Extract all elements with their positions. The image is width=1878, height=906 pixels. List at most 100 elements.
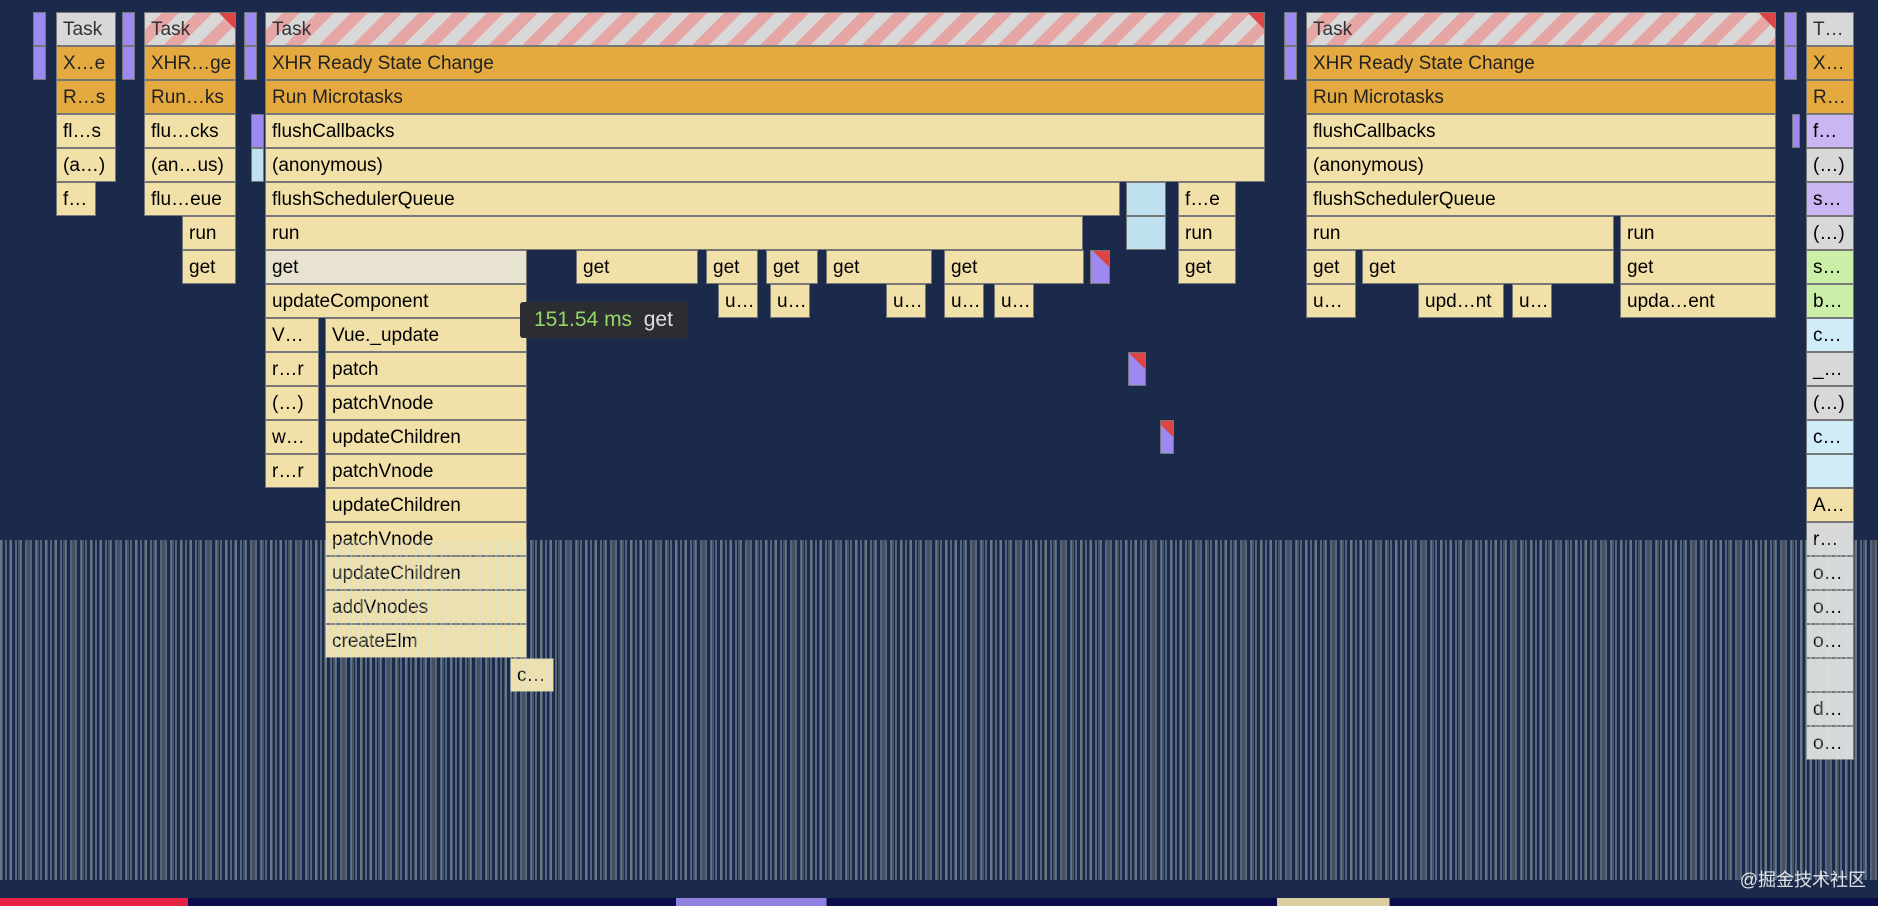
flame-bar-updatecomponent[interactable]: u… — [770, 284, 810, 318]
flame-bar-updatecomponent[interactable]: u… — [886, 284, 926, 318]
flame-bar-recalc-style[interactable] — [1160, 420, 1174, 454]
flame-bar-run-microtasks[interactable]: Run Microtasks — [1306, 80, 1776, 114]
flame-row: f… flu…eue flushSchedulerQueue f…e flushSche… — [0, 182, 1878, 216]
flame-bar-flushschedulerqueue[interactable]: f… — [56, 182, 96, 216]
flame-bar-run[interactable]: run — [265, 216, 1083, 250]
flame-bar-anonymous[interactable]: (…) — [1806, 148, 1854, 182]
flame-bar-updatechildren[interactable]: updateChildren — [325, 488, 527, 522]
flame-bar-xhr-ready-state-change[interactable]: XHR Ready State Change — [1306, 46, 1776, 80]
flame-bar-vue-update[interactable]: Vue._update — [325, 318, 527, 352]
flame-row: V…Vue._update c… — [0, 318, 1878, 352]
flame-bar-get[interactable]: get — [766, 250, 818, 284]
flame-bar-run[interactable]: run — [182, 216, 236, 250]
flame-bar-idle-bar[interactable] — [1126, 182, 1166, 216]
flame-bar-render[interactable]: r…r — [265, 454, 319, 488]
flame-bar-flushschedulerqueue[interactable]: s… — [1806, 182, 1854, 216]
flame-bar-get-selected[interactable]: get — [265, 250, 527, 284]
flame-bar-timer-bar[interactable] — [244, 12, 257, 46]
flame-bar-run[interactable]: run — [1306, 216, 1614, 250]
hover-tooltip: 151.54 ms get — [520, 302, 687, 338]
flame-bar-flushcallbacks[interactable]: f… — [1806, 114, 1854, 148]
flame-bar-promise-bar[interactable] — [1792, 114, 1800, 148]
flame-bar-idle-bar[interactable] — [1126, 216, 1166, 250]
flame-bar-xhr-bar[interactable] — [122, 46, 135, 80]
flame-bar-run[interactable]: run — [1620, 216, 1776, 250]
flame-bar-xhr-ready-state-change[interactable]: X…e — [56, 46, 116, 80]
flame-bar-updatecomponent[interactable]: u… — [944, 284, 984, 318]
flame-bar-flushcallbacks[interactable]: fl…s — [56, 114, 116, 148]
flame-bar-task[interactable]: Task — [56, 12, 116, 46]
flame-bar-run-microtasks[interactable]: Run…ks — [144, 80, 236, 114]
flame-bar-task-long-2[interactable]: Task — [1306, 12, 1776, 46]
flame-bar-recalc-style[interactable] — [1090, 250, 1110, 284]
flame-bar-anonymous[interactable]: (…) — [1806, 386, 1854, 420]
flame-bar-updatecomponent[interactable]: upd…nt — [1418, 284, 1504, 318]
flame-bar-xhr-bar[interactable] — [1784, 46, 1797, 80]
flame-bar-anonymous[interactable]: (a…) — [56, 148, 116, 182]
flame-bar-patchvnode[interactable]: patchVnode — [325, 386, 527, 420]
flame-bar-run[interactable]: run — [1178, 216, 1236, 250]
flame-bar-timer-bar[interactable] — [1784, 12, 1797, 46]
flame-bar-xhr-bar[interactable] — [244, 46, 257, 80]
flame-bar-updatecomponent[interactable]: u… — [718, 284, 758, 318]
flame-bar-stack-label[interactable] — [1806, 454, 1854, 488]
flame-bar-anonymous[interactable]: (anonymous) — [1306, 148, 1776, 182]
flame-bar-micro-bar[interactable] — [251, 148, 264, 182]
flame-bar-xhr-ready-state-change[interactable]: X… — [1806, 46, 1854, 80]
flame-bar-stack-label[interactable]: c… — [1806, 420, 1854, 454]
flame-bar-xhr-ready-state-change[interactable]: XHR…ge — [144, 46, 236, 80]
flame-bar-updatecomponent[interactable]: upda…ent — [1620, 284, 1776, 318]
flame-bar-flushcallbacks[interactable]: flushCallbacks — [265, 114, 1265, 148]
flame-bar-flushschedulerqueue[interactable]: f…e — [1178, 182, 1236, 216]
flame-bar-run-microtasks[interactable]: R… — [1806, 80, 1854, 114]
flame-bar-timer-bar[interactable] — [122, 12, 135, 46]
flame-bar-stack-label[interactable]: _… — [1806, 352, 1854, 386]
flame-bar-vue-render[interactable]: V… — [265, 318, 319, 352]
flame-bar-timer-bar[interactable] — [1284, 12, 1297, 46]
flame-bar-get[interactable]: get — [706, 250, 758, 284]
flame-bar-flushcallbacks[interactable]: flushCallbacks — [1306, 114, 1776, 148]
flame-bar-get[interactable]: get — [1178, 250, 1236, 284]
flame-bar-get[interactable]: get — [576, 250, 698, 284]
flame-bar-timer-bar[interactable] — [33, 12, 46, 46]
flame-bar-task[interactable]: T… — [1806, 12, 1854, 46]
flame-bar-run-microtasks[interactable]: Run Microtasks — [265, 80, 1265, 114]
flame-bar-task-long-main[interactable]: Task — [265, 12, 1265, 46]
flame-bar-get[interactable]: get — [1306, 250, 1356, 284]
flame-bar-updatecomponent[interactable]: u… — [1512, 284, 1552, 318]
flame-bar-render[interactable]: r…r — [265, 352, 319, 386]
flame-bar-run[interactable]: (…) — [1806, 216, 1854, 250]
flame-bar-updatecomponent[interactable]: u… — [994, 284, 1034, 318]
flame-bar-flushschedulerqueue[interactable]: flushSchedulerQueue — [1306, 182, 1776, 216]
flame-bar-stack-label[interactable]: c… — [1806, 318, 1854, 352]
flame-bar-stack-label[interactable]: A… — [1806, 488, 1854, 522]
flame-bar-task-long[interactable]: Task — [144, 12, 236, 46]
flame-bar-anonymous[interactable]: (an…us) — [144, 148, 236, 182]
flame-bar-get[interactable]: get — [944, 250, 1084, 284]
flame-bar-promise-bar[interactable] — [251, 114, 264, 148]
flame-bar-patchvnode[interactable]: patchVnode — [325, 454, 527, 488]
flame-bar-get[interactable]: s… — [1806, 250, 1854, 284]
flame-bar-xhr-bar[interactable] — [33, 46, 46, 80]
flame-bar-anonymous[interactable]: (…) — [265, 386, 319, 420]
flame-bar-anonymous[interactable]: (anonymous) — [265, 148, 1265, 182]
flame-bar-get[interactable]: get — [1620, 250, 1776, 284]
flame-bar-updatecomponent[interactable]: u… — [1306, 284, 1356, 318]
flame-row: updateChildren A… — [0, 488, 1878, 522]
flame-bar-updatecomponent[interactable]: updateComponent — [265, 284, 527, 318]
flame-bar-recalc-style[interactable] — [1128, 352, 1146, 386]
flame-bar-updatechildren[interactable]: updateChildren — [325, 420, 527, 454]
flame-bar-flushcallbacks[interactable]: flu…cks — [144, 114, 236, 148]
flame-bar-xhr-bar[interactable] — [1284, 46, 1297, 80]
flame-bar-watcher[interactable]: w… — [265, 420, 319, 454]
flame-bar-run-microtasks[interactable]: R…s — [56, 80, 116, 114]
flame-bar-get[interactable]: get — [826, 250, 932, 284]
tooltip-duration: 151.54 ms — [534, 308, 632, 331]
flame-bar-updatecomponent[interactable]: b… — [1806, 284, 1854, 318]
flame-bar-flushschedulerqueue[interactable]: flu…eue — [144, 182, 236, 216]
flame-bar-get[interactable]: get — [1362, 250, 1614, 284]
flame-bar-flushschedulerqueue[interactable]: flushSchedulerQueue — [265, 182, 1120, 216]
flame-bar-patch[interactable]: patch — [325, 352, 527, 386]
flame-bar-xhr-ready-state-change[interactable]: XHR Ready State Change — [265, 46, 1265, 80]
flame-bar-get[interactable]: get — [182, 250, 236, 284]
